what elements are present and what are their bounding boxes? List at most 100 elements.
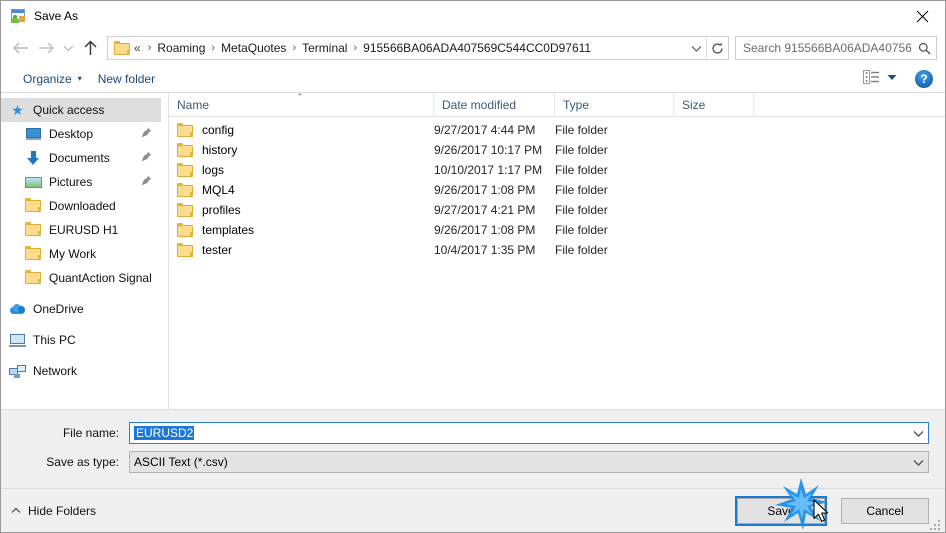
up-button[interactable] <box>77 35 103 61</box>
sidebar-item-my-work[interactable]: My Work <box>1 242 161 266</box>
sidebar-item-network[interactable]: Network <box>1 359 161 383</box>
search-icon[interactable] <box>912 37 936 59</box>
sidebar-item-label: Desktop <box>49 127 94 141</box>
resize-grip-icon[interactable] <box>930 518 942 530</box>
sidebar-item-quick-access[interactable]: ★ Quick access <box>1 98 161 122</box>
column-header-size[interactable]: Size <box>674 93 754 116</box>
column-header-label: Size <box>682 97 706 112</box>
table-row[interactable]: history 9/26/2017 10:17 PM File folder <box>169 140 945 160</box>
view-options-button[interactable] <box>857 67 903 90</box>
cancel-button[interactable]: Cancel <box>841 497 929 524</box>
file-name-cell: tester <box>169 243 434 257</box>
breadcrumb-item-terminal[interactable]: Terminal <box>301 41 348 55</box>
file-type-cell: File folder <box>555 123 608 137</box>
dialog-body: ★ Quick access Desktop Documents Picture… <box>1 92 945 409</box>
search-input[interactable]: Search 915566BA06ADA40756... <box>735 36 937 60</box>
file-name-label: File name: <box>62 426 119 440</box>
save-button[interactable]: Save <box>735 495 827 526</box>
organize-button[interactable]: Organize ▾ <box>15 69 90 89</box>
sidebar-item-downloaded[interactable]: Downloaded <box>1 194 161 218</box>
chevron-down-icon[interactable] <box>686 37 706 59</box>
folder-icon <box>177 223 193 237</box>
command-toolbar: Organize ▾ New folder ? <box>1 65 945 93</box>
folder-icon <box>177 243 193 257</box>
sidebar-item-onedrive[interactable]: OneDrive <box>1 297 161 321</box>
sort-ascending-icon: ⌃ <box>296 92 304 102</box>
file-date-cell: 9/26/2017 10:17 PM <box>434 143 543 157</box>
breadcrumb-item-roaming[interactable]: Roaming <box>156 41 206 55</box>
back-button[interactable] <box>7 35 33 61</box>
save-as-type-value: ASCII Text (*.csv) <box>134 455 228 469</box>
hide-folders-button[interactable]: Hide Folders <box>11 504 96 518</box>
file-type-cell: File folder <box>555 163 608 177</box>
file-date-cell: 10/4/2017 1:35 PM <box>434 243 536 257</box>
file-name-cell: templates <box>169 223 434 237</box>
column-header-name[interactable]: Name ⌃ <box>169 92 434 116</box>
sidebar-item-quantaction-signal[interactable]: QuantAction Signal <box>1 266 161 290</box>
breadcrumb-item-guid[interactable]: 915566BA06ADA407569C544CC0D97611 <box>362 41 592 55</box>
table-row[interactable]: tester 10/4/2017 1:35 PM File folder <box>169 240 945 260</box>
chevron-down-icon[interactable] <box>908 430 928 437</box>
organize-label: Organize <box>23 71 72 86</box>
pin-icon[interactable] <box>141 127 152 141</box>
sidebar-item-documents[interactable]: Documents <box>1 146 161 170</box>
save-as-type-select[interactable]: ASCII Text (*.csv) <box>129 451 929 473</box>
view-details-icon <box>863 70 880 87</box>
folder-icon <box>114 41 130 55</box>
folder-icon <box>25 198 42 214</box>
pin-icon[interactable] <box>141 175 152 189</box>
cloud-icon <box>9 301 26 317</box>
breadcrumb-separator: › <box>353 42 358 54</box>
forward-button[interactable] <box>33 35 59 61</box>
folder-icon <box>25 246 42 262</box>
table-row[interactable]: logs 10/10/2017 1:17 PM File folder <box>169 160 945 180</box>
pin-icon[interactable] <box>141 151 152 165</box>
file-list-pane: Name ⌃ Date modified Type Size config 9/… <box>168 92 945 409</box>
refresh-icon[interactable] <box>706 37 728 59</box>
table-row[interactable]: templates 9/26/2017 1:08 PM File folder <box>169 220 945 240</box>
navigation-pane: ★ Quick access Desktop Documents Picture… <box>1 93 161 409</box>
sidebar-item-eurusd-h1[interactable]: EURUSD H1 <box>1 218 161 242</box>
file-name-label: config <box>202 123 235 137</box>
pane-splitter[interactable] <box>161 93 168 409</box>
breadcrumb-separator: › <box>292 42 297 54</box>
file-name-cell: profiles <box>169 203 434 217</box>
sidebar-item-label: This PC <box>33 333 76 347</box>
folder-icon <box>177 123 193 137</box>
breadcrumb-separator: › <box>211 42 216 54</box>
help-icon[interactable]: ? <box>915 69 933 88</box>
sidebar-item-this-pc[interactable]: This PC <box>1 328 161 352</box>
file-name-cell: history <box>169 143 434 157</box>
file-name-input[interactable]: EURUSD2 <box>129 422 929 444</box>
file-name-label: tester <box>202 243 233 257</box>
file-name-row: File name: EURUSD2 <box>17 422 929 444</box>
file-date-cell: 9/26/2017 1:08 PM <box>434 223 536 237</box>
sidebar-item-label: Quick access <box>33 103 105 117</box>
address-bar[interactable]: « › Roaming › MetaQuotes › Terminal › 91… <box>107 36 729 60</box>
network-icon <box>9 363 26 379</box>
column-header-row: Name ⌃ Date modified Type Size <box>169 92 945 117</box>
breadcrumb-overflow-icon[interactable]: « <box>134 41 143 55</box>
folder-icon <box>25 222 42 238</box>
breadcrumb-item-metaquotes[interactable]: MetaQuotes <box>220 41 287 55</box>
file-type-cell: File folder <box>555 183 608 197</box>
sidebar-item-desktop[interactable]: Desktop <box>1 122 161 146</box>
breadcrumb: « › Roaming › MetaQuotes › Terminal › 91… <box>134 41 686 55</box>
sidebar-item-label: QuantAction Signal <box>49 271 152 285</box>
file-name-cell: config <box>169 123 434 137</box>
close-icon[interactable] <box>899 1 945 31</box>
hide-folders-label: Hide Folders <box>28 503 97 518</box>
table-row[interactable]: profiles 9/27/2017 4:21 PM File folder <box>169 200 945 220</box>
file-name-label: history <box>202 143 238 157</box>
chevron-down-icon[interactable] <box>908 459 928 466</box>
recent-locations-button[interactable] <box>59 35 77 61</box>
column-header-date-modified[interactable]: Date modified <box>434 93 555 116</box>
sidebar-item-pictures[interactable]: Pictures <box>1 170 161 194</box>
file-type-cell: File folder <box>555 243 608 257</box>
new-folder-button[interactable]: New folder <box>90 69 163 89</box>
table-row[interactable]: MQL4 9/26/2017 1:08 PM File folder <box>169 180 945 200</box>
column-header-type[interactable]: Type <box>555 93 674 116</box>
table-row[interactable]: config 9/27/2017 4:44 PM File folder <box>169 120 945 140</box>
file-type-cell: File folder <box>555 223 608 237</box>
